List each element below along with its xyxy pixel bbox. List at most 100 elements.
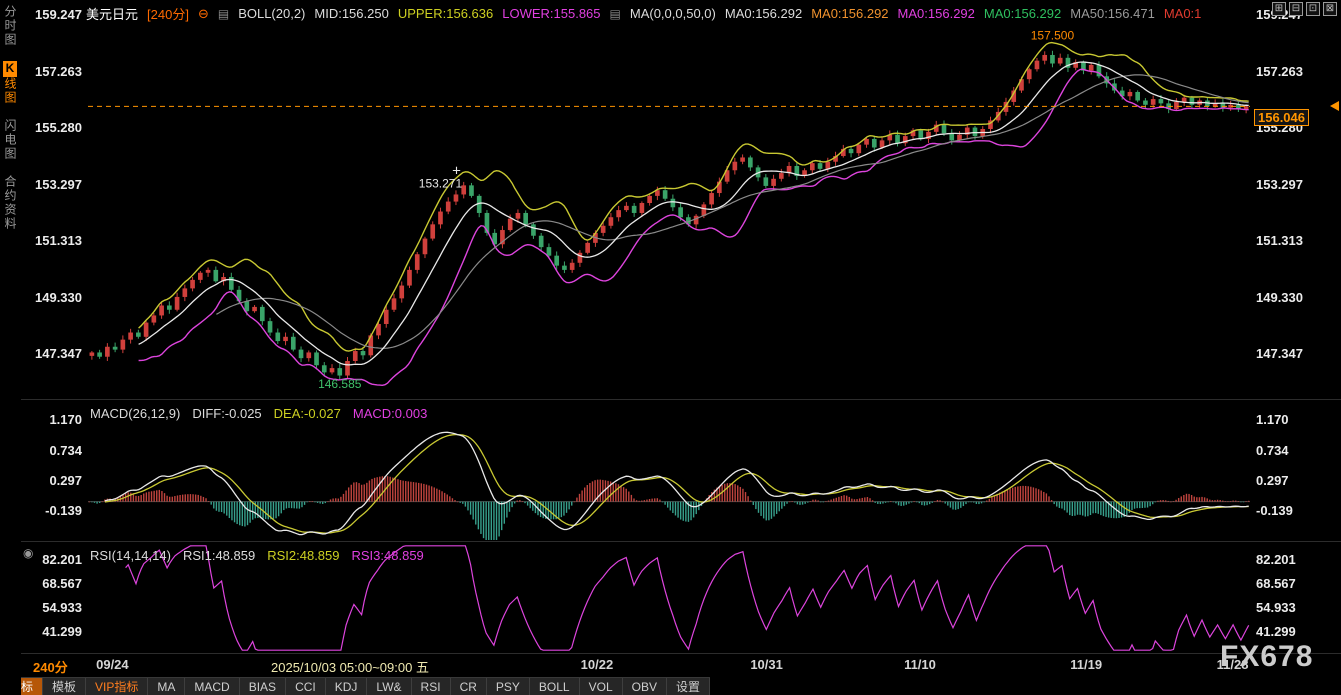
price-annotation: 146.585 <box>318 377 362 391</box>
left-main-axis-tick: 153.297 <box>24 177 82 192</box>
macd-diff-value: DIFF:-0.025 <box>192 406 261 421</box>
boll-indicator-icon[interactable]: ▤ <box>218 7 229 21</box>
window-icon-4[interactable]: ⊠ <box>1323 2 1337 16</box>
xaxis-tick: 11/10 <box>890 657 950 672</box>
rsi1-value: RSI1:48.859 <box>183 548 255 563</box>
panel-divider <box>0 653 1341 654</box>
window-controls: ⊞⊟⊡⊠ <box>1272 2 1337 16</box>
rsi3-value: RSI3:48.859 <box>352 548 424 563</box>
ma-legend-value: MA0:156.292 <box>984 6 1061 21</box>
left-rsi-axis-tick: 54.933 <box>24 600 82 615</box>
toolbar-tab-9[interactable]: LW& <box>367 678 411 695</box>
rsi-legend: RSI(14,14,14) RSI1:48.859 RSI2:48.859 RS… <box>90 548 424 563</box>
xaxis-tick: 11/19 <box>1056 657 1116 672</box>
toolbar-tab-7[interactable]: CCI <box>286 678 326 695</box>
toolbar-tab-10[interactable]: RSI <box>412 678 451 695</box>
ma-indicator-icon[interactable]: ▤ <box>610 7 621 21</box>
left-main-axis-tick: 159.247 <box>24 7 82 22</box>
window-icon-2[interactable]: ⊟ <box>1289 2 1303 16</box>
toolbar-tab-12[interactable]: PSY <box>487 678 530 695</box>
price-annotation: 157.500 <box>1031 28 1075 42</box>
boll-label: BOLL(20,2) <box>238 6 305 21</box>
right-main-axis-tick: 157.263 <box>1256 64 1336 79</box>
sidebar-item-2[interactable]: K线图 <box>2 61 19 105</box>
main-plot[interactable]: 153.271+146.585157.500 <box>88 8 1250 398</box>
right-rsi-axis-tick: 68.567 <box>1256 576 1336 591</box>
right-macd-axis-tick: 0.297 <box>1256 473 1336 488</box>
macd-params-label: MACD(26,12,9) <box>90 406 180 421</box>
right-macd-axis-tick: 0.734 <box>1256 443 1336 458</box>
panel-divider <box>0 541 1341 542</box>
left-macd-axis-tick: 0.297 <box>24 473 82 488</box>
right-macd-axis-tick: -0.139 <box>1256 503 1336 518</box>
boll-lower-value: LOWER:155.865 <box>502 6 600 21</box>
xaxis-tick: 10/31 <box>737 657 797 672</box>
left-macd-axis-tick: -0.139 <box>24 503 82 518</box>
left-rsi-axis-tick: 41.299 <box>24 624 82 639</box>
crosshair-marker: + <box>452 162 461 179</box>
ma-legend-value: MA0:156.292 <box>725 6 802 21</box>
sidebar-item-label: 线图 <box>3 77 17 105</box>
toolbar-tab-8[interactable]: KDJ <box>326 678 368 695</box>
sidebar: 分时图 K线图闪电图合约资料 <box>0 0 21 695</box>
rsi-marker-icon[interactable]: ◉ <box>23 546 33 560</box>
left-rsi-axis-tick: 68.567 <box>24 576 82 591</box>
right-main-axis-tick: 153.297 <box>1256 177 1336 192</box>
period-badge[interactable]: [240分] <box>147 4 189 23</box>
macd-plot[interactable] <box>88 402 1250 540</box>
rsi2-value: RSI2:48.859 <box>267 548 339 563</box>
left-main-axis-tick: 157.263 <box>24 64 82 79</box>
panel-divider <box>0 399 1341 400</box>
toolbar-tab-11[interactable]: CR <box>451 678 487 695</box>
current-price-label: 156.046 <box>1254 109 1309 126</box>
left-main-axis-tick: 147.347 <box>24 346 82 361</box>
ma-legend-value: MA50:156.471 <box>1070 6 1155 21</box>
right-rsi-axis-tick: 41.299 <box>1256 624 1336 639</box>
toolbar-tab-3[interactable]: VIP指标 <box>86 678 148 695</box>
ma-legend-value: MA0:156.292 <box>898 6 975 21</box>
macd-dea-value: DEA:-0.027 <box>274 406 341 421</box>
toolbar-tab-5[interactable]: MACD <box>185 678 239 695</box>
sidebar-item-3[interactable]: 闪电图 <box>2 119 19 161</box>
xaxis-tick: 09/24 <box>82 657 142 672</box>
ma-legend-value: MA0:1 <box>1164 6 1202 21</box>
macd-legend: MACD(26,12,9) DIFF:-0.025 DEA:-0.027 MAC… <box>90 406 427 421</box>
ma-label: MA(0,0,0,50,0) <box>630 6 716 21</box>
sidebar-item-1[interactable]: 分时图 <box>2 5 19 47</box>
ma-legend-values: MA0:156.292 MA0:156.292 MA0:156.292 MA0:156… <box>725 6 1202 21</box>
indicator-toolbar: 指标模板VIP指标MAMACDBIASCCIKDJLW&RSICRPSYBOLL… <box>0 677 710 695</box>
window-icon-3[interactable]: ⊡ <box>1306 2 1320 16</box>
left-main-axis-tick: 149.330 <box>24 290 82 305</box>
toolbar-tab-6[interactable]: BIAS <box>240 678 286 695</box>
boll-upper-value: UPPER:156.636 <box>398 6 493 21</box>
k-line-badge: K <box>3 61 17 77</box>
right-main-axis-tick: 147.347 <box>1256 346 1336 361</box>
toolbar-tab-16[interactable]: 设置 <box>667 678 710 695</box>
toolbar-tab-4[interactable]: MA <box>148 678 185 695</box>
ma-legend-value: MA0:156.292 <box>811 6 888 21</box>
toolbar-tab-13[interactable]: BOLL <box>530 678 580 695</box>
period-menu-icon[interactable]: ⊖ <box>198 6 209 22</box>
current-price-arrow-icon <box>1330 101 1339 111</box>
left-main-axis-tick: 151.313 <box>24 233 82 248</box>
watermark: FX678 <box>1220 640 1313 674</box>
left-main-axis-tick: 155.280 <box>24 120 82 135</box>
toolbar-tab-14[interactable]: VOL <box>580 678 623 695</box>
right-main-axis-tick: 151.313 <box>1256 233 1336 248</box>
macd-macd-value: MACD:0.003 <box>353 406 427 421</box>
window-icon-1[interactable]: ⊞ <box>1272 2 1286 16</box>
chart-region: 美元日元 [240分] ⊖ ▤ BOLL(20,2) MID:156.250 U… <box>0 0 1341 695</box>
symbol-name: 美元日元 <box>86 4 138 23</box>
toolbar-tab-15[interactable]: OBV <box>623 678 667 695</box>
right-rsi-axis-tick: 54.933 <box>1256 600 1336 615</box>
hover-time-tooltip: 2025/10/03 05:00~09:00 五 <box>268 657 432 676</box>
xaxis-tick: 10/22 <box>567 657 627 672</box>
xaxis-period-label[interactable]: 240分 <box>33 657 68 676</box>
rsi-params-label: RSI(14,14,14) <box>90 548 171 563</box>
toolbar-tab-2[interactable]: 模板 <box>43 678 86 695</box>
left-macd-axis-tick: 1.170 <box>24 412 82 427</box>
trading-terminal: 美元日元 [240分] ⊖ ▤ BOLL(20,2) MID:156.250 U… <box>0 0 1341 695</box>
right-macd-axis-tick: 1.170 <box>1256 412 1336 427</box>
chart-header: 美元日元 [240分] ⊖ ▤ BOLL(20,2) MID:156.250 U… <box>86 4 1201 23</box>
sidebar-item-4[interactable]: 合约资料 <box>2 175 19 231</box>
